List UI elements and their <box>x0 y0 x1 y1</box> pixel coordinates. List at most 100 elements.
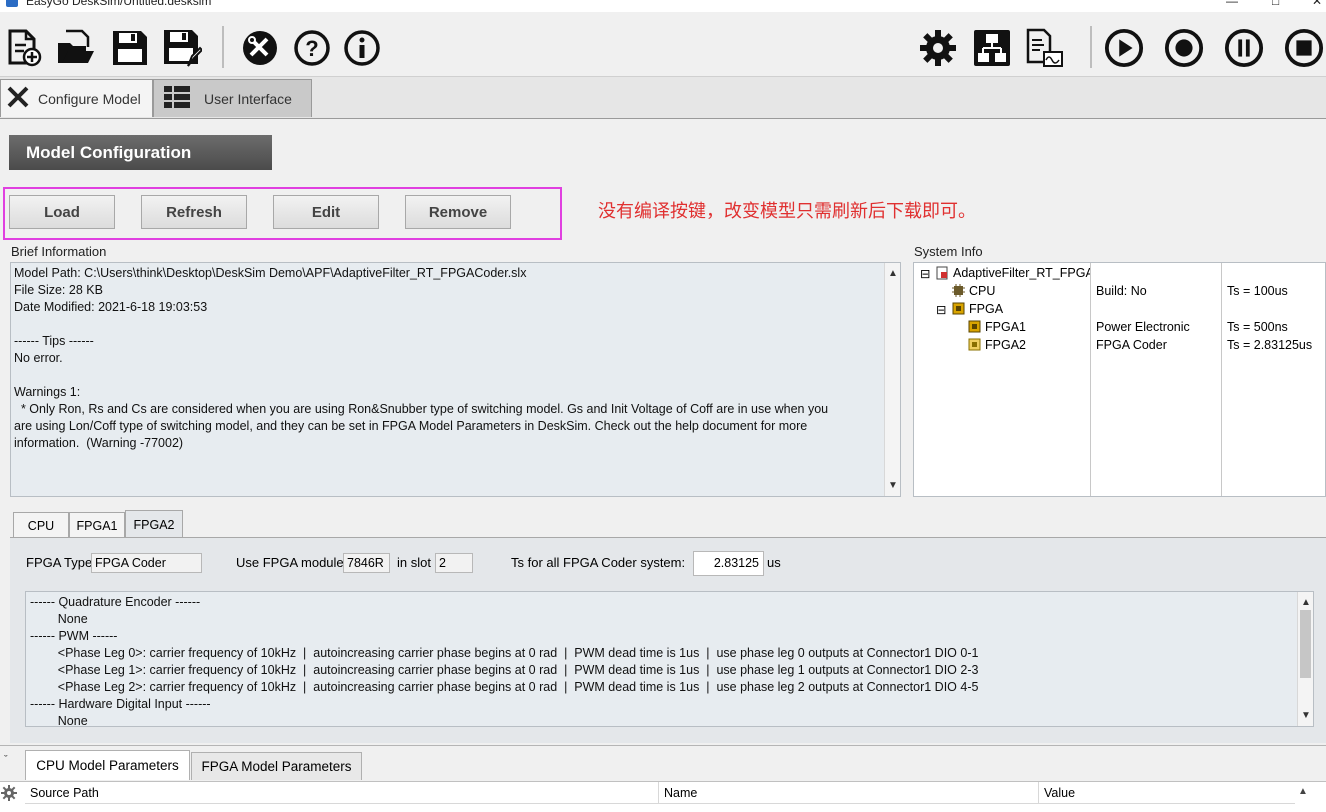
fpga1-ts: Ts = 500ns <box>1227 320 1288 334</box>
info-icon[interactable] <box>342 28 382 68</box>
tree-collapse-icon[interactable]: ⊟ <box>936 302 946 317</box>
brief-information-text[interactable]: Model Path: C:\Users\think\Desktop\DeskS… <box>10 262 901 497</box>
text-line: <Phase Leg 2>: carrier frequency of 10kH… <box>30 680 979 694</box>
tab-cpu[interactable]: CPU <box>13 512 69 538</box>
scroll-up-icon[interactable]: ▲ <box>885 265 900 282</box>
text-line: are using Lon/Coff type of switching mod… <box>14 419 808 433</box>
cpu-build-status: Build: No <box>1096 284 1147 298</box>
text-line: None <box>30 714 88 727</box>
tree-node-cpu[interactable]: CPU <box>969 284 995 298</box>
text-line: ------ Tips ------ <box>14 334 94 348</box>
mode-tab-bar: Configure Model User Interface <box>0 77 1326 119</box>
record-icon[interactable] <box>1164 28 1204 68</box>
tab-fpga-model-parameters[interactable]: FPGA Model Parameters <box>191 752 362 780</box>
tree-node-fpga[interactable]: FPGA <box>969 302 1003 316</box>
open-folder-icon[interactable] <box>56 28 96 68</box>
column-header-name[interactable]: Name <box>659 782 1039 804</box>
fpga1-chip-icon <box>968 320 981 336</box>
text-line: Warnings 1: <box>14 385 81 399</box>
save-icon[interactable] <box>110 28 150 68</box>
pause-icon[interactable] <box>1224 28 1264 68</box>
parameters-grid: Source Path Name Value ▲ <box>0 781 1326 812</box>
system-info-label: System Info <box>914 244 983 259</box>
fpga-type-label: FPGA Type <box>26 555 93 570</box>
network-icon[interactable] <box>972 28 1012 68</box>
highlight-box <box>3 187 562 240</box>
stop-icon[interactable] <box>1284 28 1324 68</box>
cpu-ts: Ts = 100us <box>1227 284 1288 298</box>
text-line: Model Path: C:\Users\think\Desktop\DeskS… <box>14 266 527 280</box>
run-icon[interactable] <box>1104 28 1144 68</box>
svg-text:?: ? <box>305 36 318 61</box>
brief-information-label: Brief Information <box>11 244 107 259</box>
ts-input[interactable]: 2.83125 <box>693 551 764 576</box>
scroll-up-icon[interactable]: ▲ <box>1298 786 1308 797</box>
ts-label: Ts for all FPGA Coder system: <box>511 555 686 570</box>
slot-label: in slot <box>397 555 431 570</box>
tree-node-fpga2[interactable]: FPGA2 <box>985 338 1026 352</box>
column-divider <box>1090 263 1091 496</box>
tab-fpga1[interactable]: FPGA1 <box>69 512 125 538</box>
tab-configure-model[interactable]: Configure Model <box>0 79 153 117</box>
settings-gear-icon[interactable] <box>918 28 958 68</box>
fpga-module-field[interactable]: 7846R <box>343 553 390 573</box>
close-button[interactable]: ✕ <box>1312 0 1322 8</box>
text-line: No error. <box>14 351 63 365</box>
text-line: File Size: 28 KB <box>14 283 103 297</box>
fpga2-type: FPGA Coder <box>1096 338 1167 352</box>
system-info-tree[interactable]: ⊟ AdaptiveFilter_RT_FPGA( CPU Build: No … <box>913 262 1326 497</box>
fpga2-chip-icon <box>968 338 981 354</box>
title-bar: EasyGo DeskSim/Untitled.desksim — □ ✕ <box>0 0 1326 12</box>
toolbar-separator <box>1090 26 1092 68</box>
log-scrollbar[interactable]: ▲ ▼ <box>1297 592 1313 726</box>
text-line: None <box>30 612 88 626</box>
text-line: Date Modified: 2021-6-18 19:03:53 <box>14 300 208 314</box>
tab-label: Configure Model <box>38 90 141 107</box>
toolbar-separator <box>222 26 224 68</box>
fpga-log-text[interactable]: ------ Quadrature Encoder ------ None ---… <box>25 591 1314 727</box>
fpga-module-label: Use FPGA module <box>236 555 344 570</box>
annotation-text: 没有编译按键，改变模型只需刷新后下载即可。 <box>598 201 976 222</box>
tree-collapse-icon[interactable]: ⊟ <box>920 266 930 281</box>
tools-icon[interactable] <box>240 28 280 68</box>
maximize-button[interactable]: □ <box>1272 0 1279 8</box>
model-configuration-header: Model Configuration <box>9 135 272 170</box>
column-header-value[interactable]: Value <box>1039 782 1295 804</box>
column-header-source-path[interactable]: Source Path <box>25 782 659 804</box>
list-layout-icon <box>164 86 190 111</box>
tab-fpga2[interactable]: FPGA2 <box>125 510 183 538</box>
ts-unit: us <box>767 555 781 570</box>
grid-settings-gear-icon[interactable] <box>0 784 18 805</box>
brief-scrollbar[interactable]: ▲ ▼ <box>884 263 900 496</box>
fpga-type-field[interactable]: FPGA Coder <box>91 553 202 573</box>
tree-node-model[interactable]: AdaptiveFilter_RT_FPGA( <box>953 266 1090 280</box>
text-line: ------ Hardware Digital Input ------ <box>30 697 211 711</box>
text-line <box>14 316 897 333</box>
text-line: ------ Quadrature Encoder ------ <box>30 595 201 609</box>
fpga1-type: Power Electronic <box>1096 320 1190 334</box>
window-title: EasyGo DeskSim/Untitled.desksim <box>26 0 212 8</box>
scroll-thumb[interactable] <box>1300 610 1311 678</box>
text-line: <Phase Leg 0>: carrier frequency of 10kH… <box>30 646 979 660</box>
slot-field[interactable]: 2 <box>435 553 473 573</box>
text-line: ------ PWM ------ <box>30 629 118 643</box>
minimize-button[interactable]: — <box>1226 0 1238 8</box>
tree-node-fpga1[interactable]: FPGA1 <box>985 320 1026 334</box>
new-file-icon[interactable] <box>4 28 44 68</box>
scroll-down-icon[interactable]: ▼ <box>1298 707 1313 724</box>
model-file-icon <box>936 266 949 283</box>
wrench-screwdriver-icon <box>6 85 30 112</box>
save-as-icon[interactable] <box>162 28 202 68</box>
tab-cpu-model-parameters[interactable]: CPU Model Parameters <box>25 750 190 780</box>
fpga-chip-icon <box>952 302 965 318</box>
text-line <box>14 367 897 384</box>
text-line: * Only Ron, Rs and Cs are considered whe… <box>14 402 829 416</box>
scroll-down-icon[interactable]: ▼ <box>885 477 900 494</box>
cpu-chip-icon <box>952 284 965 300</box>
collapse-chevron-icon[interactable]: ˇ <box>4 754 8 766</box>
text-line: <Phase Leg 1>: carrier frequency of 10kH… <box>30 663 979 677</box>
scroll-up-icon[interactable]: ▲ <box>1298 594 1313 611</box>
tab-user-interface[interactable]: User Interface <box>153 79 312 117</box>
help-icon[interactable]: ? <box>292 28 332 68</box>
report-icon[interactable] <box>1024 28 1064 68</box>
